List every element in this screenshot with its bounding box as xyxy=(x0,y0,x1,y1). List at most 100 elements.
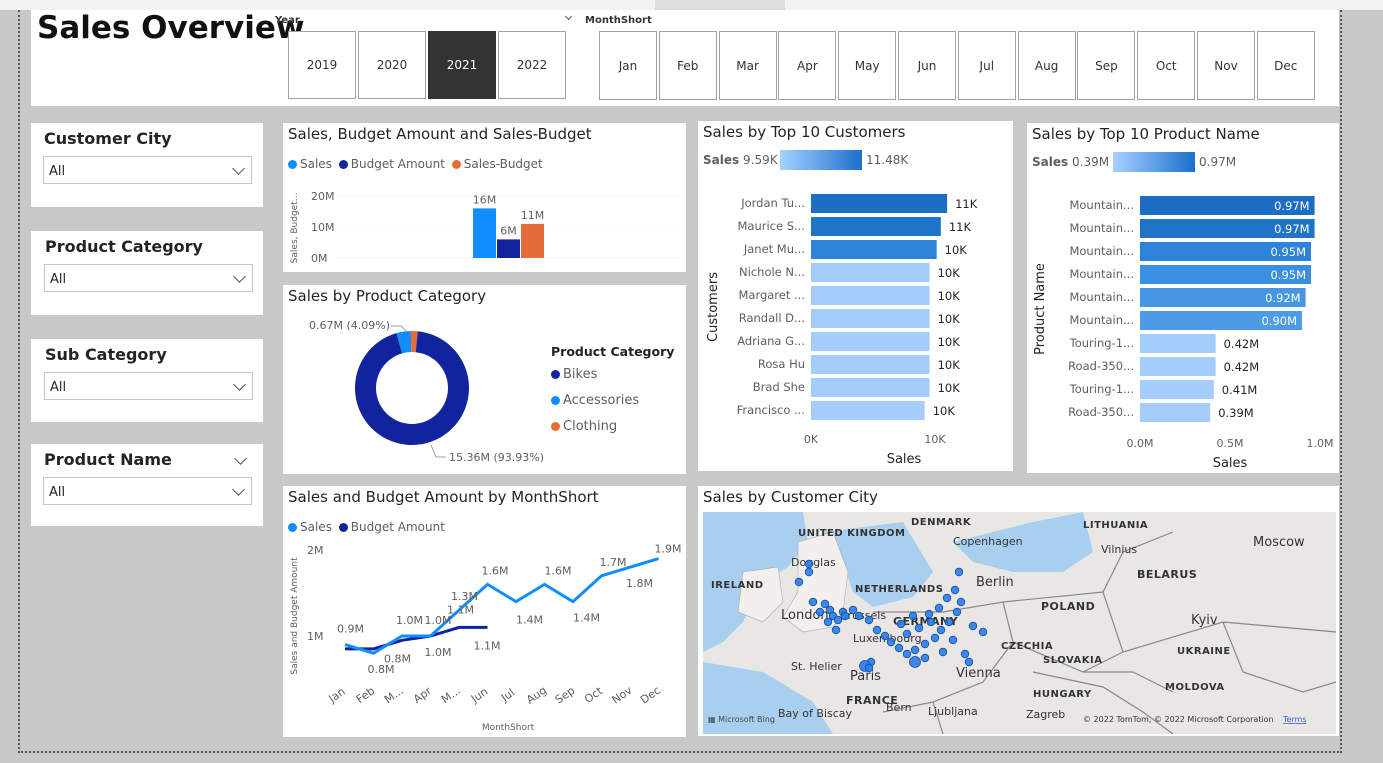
city-point[interactable] xyxy=(942,593,952,603)
legend-item-accessories[interactable]: Accessories xyxy=(551,393,639,408)
legend-item-clothing[interactable]: Clothing xyxy=(551,419,617,434)
city-point[interactable] xyxy=(880,631,890,641)
city-point[interactable] xyxy=(848,605,858,615)
month-tile-apr[interactable]: Apr xyxy=(778,31,837,100)
bar[interactable] xyxy=(811,401,925,420)
city-point[interactable] xyxy=(815,607,825,617)
month-tile-feb[interactable]: Feb xyxy=(658,31,717,100)
city-point[interactable] xyxy=(794,577,804,587)
data-label: 1.6M xyxy=(545,564,572,577)
chevron-down-icon[interactable] xyxy=(234,452,247,465)
bar[interactable] xyxy=(811,332,930,351)
legend-item-budget[interactable]: Budget Amount xyxy=(336,157,445,171)
sub-category-dropdown[interactable]: All xyxy=(44,372,253,400)
customer-city-dropdown[interactable]: All xyxy=(43,156,252,184)
city-point[interactable] xyxy=(920,653,930,663)
city-point[interactable] xyxy=(920,639,930,649)
bar[interactable] xyxy=(811,286,930,305)
bar[interactable] xyxy=(811,263,930,282)
year-tile-2019[interactable]: 2019 xyxy=(288,31,356,99)
city-point[interactable] xyxy=(902,629,912,639)
city-point[interactable] xyxy=(823,617,833,627)
city-point[interactable] xyxy=(944,617,954,627)
city-point[interactable] xyxy=(909,656,921,668)
city-point[interactable] xyxy=(926,617,936,627)
bar[interactable] xyxy=(811,355,930,374)
legend-dot-icon xyxy=(551,422,560,431)
month-tile-jan[interactable]: Jan xyxy=(599,31,657,100)
x-tick-label: 0K xyxy=(804,433,819,446)
legend-item-bikes[interactable]: Bikes xyxy=(551,367,597,382)
legend-field: Sales xyxy=(703,153,739,167)
city-point[interactable] xyxy=(934,603,944,613)
city-point[interactable] xyxy=(954,567,964,577)
legend-dot-icon xyxy=(551,396,560,405)
city-point[interactable] xyxy=(960,649,970,659)
city-point[interactable] xyxy=(840,611,850,621)
city-point[interactable] xyxy=(854,611,864,621)
bar[interactable] xyxy=(1140,357,1216,376)
city-point[interactable] xyxy=(956,597,966,607)
bar-sales[interactable] xyxy=(473,208,496,258)
bar[interactable] xyxy=(811,378,930,397)
bar-budget-amount[interactable] xyxy=(497,239,520,258)
month-tile-jun[interactable]: Jun xyxy=(898,31,956,100)
month-tile-dec[interactable]: Dec xyxy=(1256,31,1315,100)
city-point[interactable] xyxy=(833,615,843,625)
bar[interactable] xyxy=(1140,334,1216,353)
city-point[interactable] xyxy=(936,625,946,635)
city-point[interactable] xyxy=(978,627,988,637)
city-map[interactable]: UNITED KINGDOM DENMARK LITHUANIA Moscow Cope… xyxy=(703,512,1336,734)
city-point[interactable] xyxy=(908,611,918,621)
product-name-dropdown[interactable]: All xyxy=(43,477,252,505)
map-title: Sales by Customer City xyxy=(703,488,878,506)
map-label: Ljubljana xyxy=(928,705,978,718)
city-point[interactable] xyxy=(964,657,974,667)
map-label: St. Helier xyxy=(791,660,842,673)
terms-link[interactable]: Terms xyxy=(1282,715,1307,724)
year-tile-2022[interactable]: 2022 xyxy=(498,31,566,99)
month-tile-mar[interactable]: Mar xyxy=(718,31,777,100)
legend-min: 0.39M xyxy=(1072,155,1109,169)
product-category-dropdown[interactable]: All xyxy=(44,264,253,292)
year-tile-2020[interactable]: 2020 xyxy=(358,31,426,99)
month-tile-oct[interactable]: Oct xyxy=(1137,31,1196,100)
city-point[interactable] xyxy=(872,625,882,635)
city-point[interactable] xyxy=(808,597,818,607)
month-tile-jul[interactable]: Jul xyxy=(957,31,1016,100)
month-tile-sep[interactable]: Sep xyxy=(1077,31,1136,100)
city-point[interactable] xyxy=(948,635,958,645)
legend-item-sales-budget[interactable]: Sales-Budget xyxy=(449,157,543,171)
city-point[interactable] xyxy=(864,615,874,625)
bar-sales-budget[interactable] xyxy=(521,223,544,258)
city-point[interactable] xyxy=(930,633,940,643)
bar[interactable] xyxy=(1140,380,1214,399)
city-point[interactable] xyxy=(894,643,904,653)
city-point[interactable] xyxy=(910,645,920,655)
city-point[interactable] xyxy=(831,625,841,635)
city-point[interactable] xyxy=(968,621,978,631)
data-label: 0.8M xyxy=(384,652,411,665)
city-point[interactable] xyxy=(914,623,924,633)
year-tile-2021[interactable]: 2021 xyxy=(428,31,496,99)
city-point[interactable] xyxy=(938,647,948,657)
city-point[interactable] xyxy=(864,663,874,673)
city-point[interactable] xyxy=(804,567,814,577)
city-point[interactable] xyxy=(886,637,896,647)
bar[interactable] xyxy=(811,240,937,259)
legend-item-sales[interactable]: Sales xyxy=(288,157,332,171)
city-point[interactable] xyxy=(952,607,962,617)
city-point[interactable] xyxy=(804,559,814,569)
city-point[interactable] xyxy=(896,619,906,629)
city-point[interactable] xyxy=(902,649,912,659)
month-tile-nov[interactable]: Nov xyxy=(1197,31,1255,100)
month-tile-aug[interactable]: Aug xyxy=(1017,31,1076,100)
bar[interactable] xyxy=(1140,403,1211,422)
bar[interactable] xyxy=(811,194,948,213)
month-tile-may[interactable]: May xyxy=(838,31,897,100)
line-budget-amount[interactable] xyxy=(345,625,488,651)
city-point[interactable] xyxy=(924,609,934,619)
bar[interactable] xyxy=(811,217,941,236)
bar[interactable] xyxy=(811,309,930,328)
city-point[interactable] xyxy=(950,585,960,595)
